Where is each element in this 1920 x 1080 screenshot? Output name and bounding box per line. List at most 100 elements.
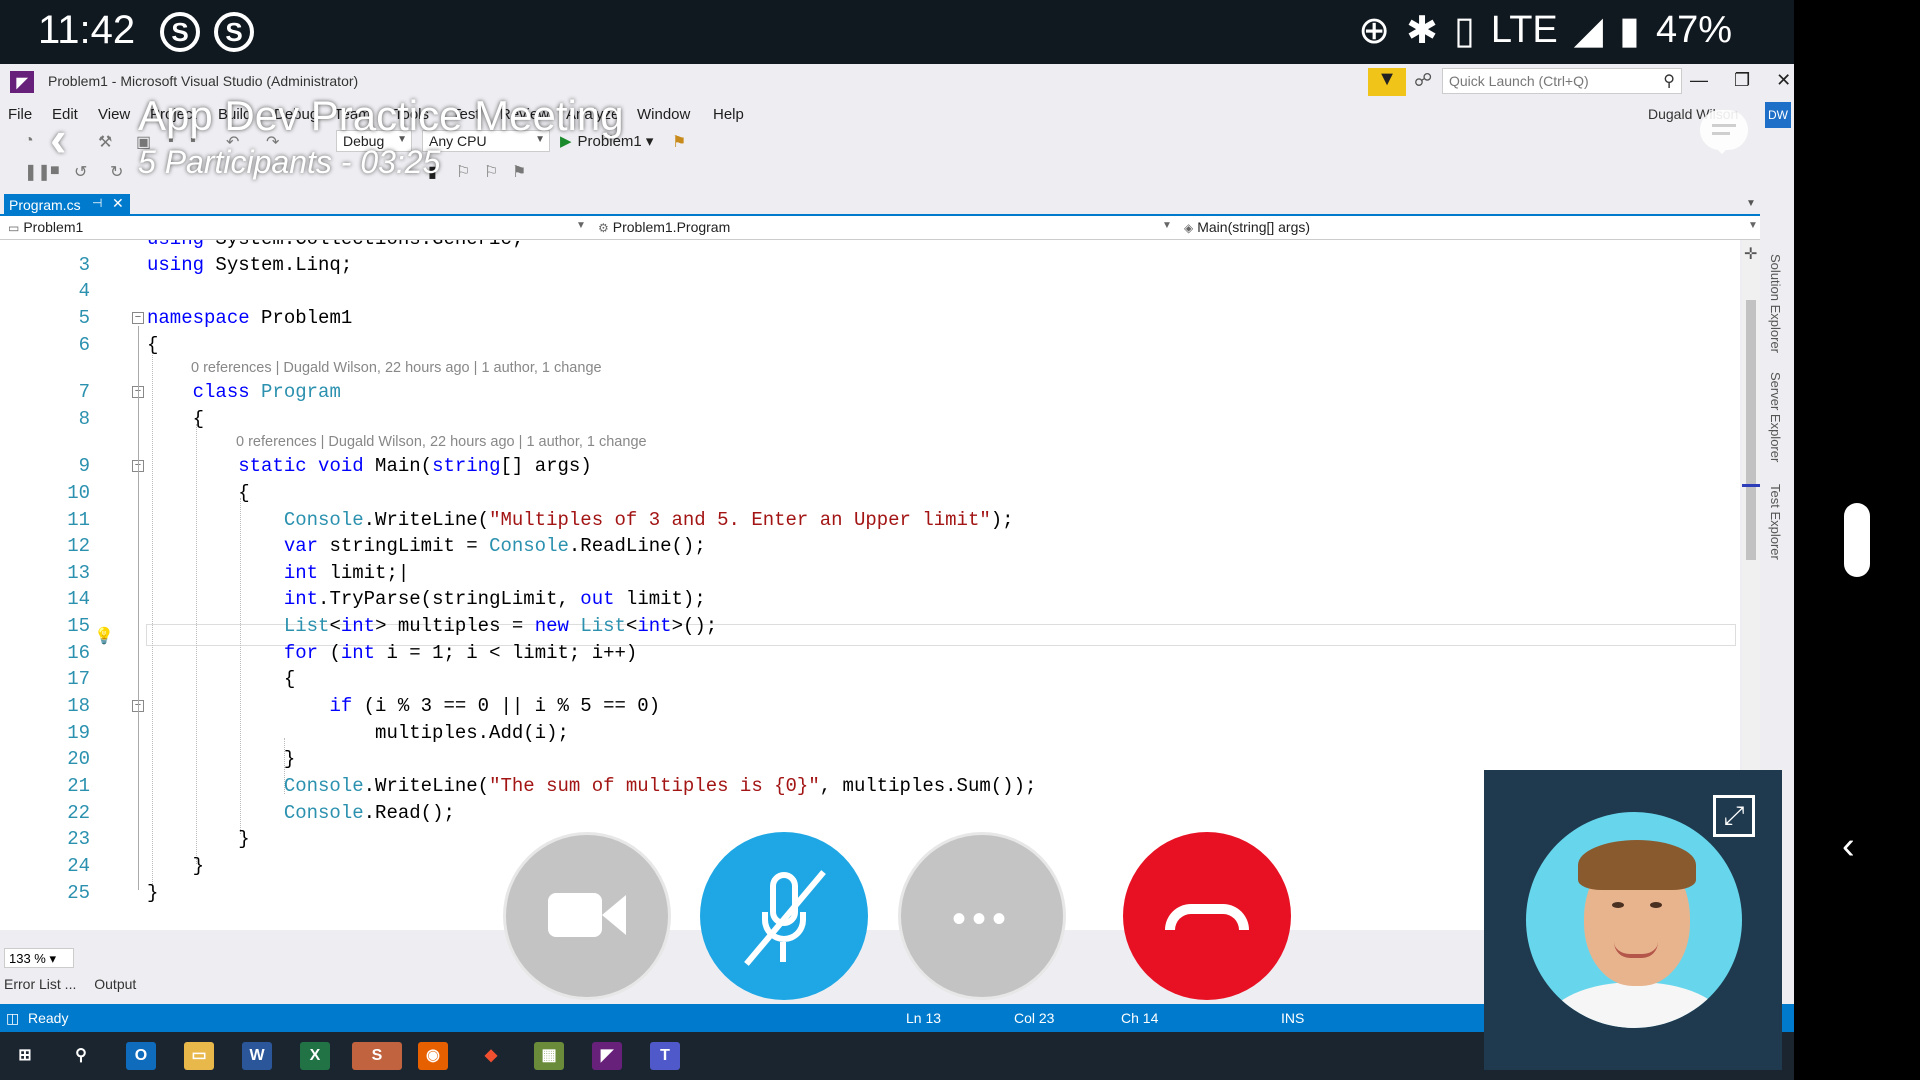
expand-icon[interactable]: ⤢ xyxy=(1713,795,1755,837)
excel-icon[interactable]: X xyxy=(300,1042,330,1070)
chevron-left-icon[interactable]: ‹ xyxy=(1842,825,1855,868)
method-icon: ◈ xyxy=(1184,221,1194,235)
video-toggle-button[interactable] xyxy=(503,832,671,1000)
menu-file[interactable]: File xyxy=(8,106,32,123)
back-arrow-icon[interactable]: ‹ xyxy=(50,110,67,168)
feedback-icon[interactable]: ☍ xyxy=(1414,70,1432,91)
sidebar-solution-explorer[interactable]: Solution Explorer xyxy=(1768,254,1783,353)
bookmark-clear-icon[interactable]: ⚑ xyxy=(512,162,526,182)
zoom-select[interactable]: 133 % ▾ xyxy=(4,948,74,968)
restore-icon[interactable]: ❐ xyxy=(1734,70,1750,91)
line-number: 6 xyxy=(78,334,90,356)
code-line: if (i % 3 == 0 || i % 5 == 0) xyxy=(329,695,661,717)
scrollbar-thumb[interactable] xyxy=(1746,300,1756,560)
sidebar-test-explorer[interactable]: Test Explorer xyxy=(1768,484,1783,560)
more-options-button[interactable]: ••• xyxy=(898,832,1066,1000)
code-line: int.TryParse(stringLimit, out limit); xyxy=(283,588,706,610)
meeting-subtitle: 5 Participants - 03:25 xyxy=(138,144,441,180)
battery-percent: 47% xyxy=(1655,9,1732,51)
ellipsis-icon: ••• xyxy=(951,897,1012,941)
pin-icon[interactable]: ⊣ xyxy=(92,196,102,210)
signal-icon: ◢ xyxy=(1573,10,1604,52)
line-number: 23 xyxy=(67,828,90,850)
fold-guide xyxy=(138,326,139,890)
line-number: 9 xyxy=(78,455,90,477)
mute-button[interactable] xyxy=(700,832,868,1000)
teams-icon[interactable]: T xyxy=(650,1042,680,1070)
phone-status-bar: 11:42 S S ⊕ ✱ ▯ LTE ◢ ▮ 47% xyxy=(0,0,1794,64)
git-icon[interactable]: ◆ xyxy=(476,1042,506,1070)
tab-error-list[interactable]: Error List ... xyxy=(4,976,76,992)
menu-view[interactable]: View xyxy=(98,106,130,123)
csharp-project-icon: ▭ xyxy=(8,221,20,235)
sidebar-server-explorer[interactable]: Server Explorer xyxy=(1768,372,1783,462)
project-dropdown[interactable]: ▭ Problem1 xyxy=(8,219,588,239)
code-line: namespace Problem1 xyxy=(147,307,353,329)
code-line: } xyxy=(147,855,205,877)
filter-icon[interactable]: ▼ xyxy=(1368,68,1406,96)
back-nav-icon[interactable]: ◔ xyxy=(24,132,34,150)
code-line: using System.Linq; xyxy=(147,254,353,276)
browser-link-icon[interactable]: ⚑ xyxy=(672,132,686,152)
line-number: 21 xyxy=(67,775,90,797)
close-icon[interactable]: ✕ xyxy=(1776,70,1791,91)
chat-icon[interactable] xyxy=(1700,110,1748,154)
code-line: } xyxy=(147,882,159,904)
codelens-main[interactable]: 0 references | Dugald Wilson, 22 hours a… xyxy=(236,434,647,450)
windows-start-icon[interactable]: ⊞ xyxy=(10,1042,40,1070)
hang-up-button[interactable] xyxy=(1123,832,1291,1000)
self-view-panel[interactable]: ⤢ xyxy=(1484,770,1782,1070)
visual-studio-icon[interactable]: ◤ xyxy=(592,1042,622,1070)
visual-studio-logo-icon: ◤ xyxy=(10,71,34,93)
minimize-icon[interactable]: — xyxy=(1690,70,1708,91)
project-icon[interactable]: ▦ xyxy=(534,1042,564,1070)
line-number: 4 xyxy=(78,280,90,302)
restart-icon[interactable]: ↺ xyxy=(74,162,87,182)
menu-help[interactable]: Help xyxy=(713,106,744,123)
menu-window[interactable]: Window xyxy=(637,106,690,123)
bluetooth-icon: ✱ xyxy=(1406,10,1438,52)
code-line: } xyxy=(147,748,296,770)
tab-output[interactable]: Output xyxy=(94,976,136,992)
file-explorer-icon[interactable]: ▭ xyxy=(184,1042,214,1070)
code-line: Console.WriteLine("The sum of multiples … xyxy=(283,775,1037,797)
bookmark-next-icon[interactable]: ⚐ xyxy=(484,162,498,182)
collapse-icon[interactable]: − xyxy=(132,312,144,324)
tab-program-cs[interactable]: Program.cs ⊣ ✕ xyxy=(4,194,130,216)
status-icon: ◫ xyxy=(6,1010,20,1026)
code-line: static void Main(string[] args) xyxy=(238,455,592,477)
drag-handle[interactable] xyxy=(1844,503,1870,577)
status-line: Ln 13 xyxy=(906,1010,942,1026)
code-line: { xyxy=(147,334,159,356)
lightbulb-icon[interactable]: 💡 xyxy=(94,626,114,646)
codelens-class[interactable]: 0 references | Dugald Wilson, 22 hours a… xyxy=(191,360,602,376)
pause-icon[interactable]: ❚❚ xyxy=(24,162,51,182)
new-project-icon[interactable]: ⚒ xyxy=(98,132,112,152)
split-icon[interactable]: ✛ xyxy=(1744,244,1757,264)
tab-overflow-icon[interactable]: ▼ xyxy=(1746,198,1756,209)
outlook-icon[interactable]: O xyxy=(126,1042,156,1070)
zoom-value: 133 % xyxy=(9,951,46,966)
code-editor[interactable]: using System.Collections.Generic; 3 4 5 … xyxy=(0,240,1740,930)
member-dropdown[interactable]: ◈ Main(string[] args) xyxy=(1184,219,1754,239)
chevron-down-icon: ▼ xyxy=(1162,220,1172,231)
code-line: int limit;| xyxy=(283,562,410,584)
line-number: 16 xyxy=(67,642,90,664)
avatar[interactable]: DW xyxy=(1765,102,1791,128)
class-dropdown[interactable]: ⚙ Problem1.Program xyxy=(598,219,1168,239)
firefox-icon[interactable]: ◉ xyxy=(418,1042,448,1070)
quick-launch-input[interactable]: Quick Launch (Ctrl+Q) ⚲ xyxy=(1442,68,1682,94)
close-tab-icon[interactable]: ✕ xyxy=(112,195,124,212)
search-icon: ⚲ xyxy=(1663,73,1675,90)
network-type: LTE xyxy=(1490,9,1558,51)
member-value: Main(string[] args) xyxy=(1197,219,1311,235)
navigation-bar: ▭ Problem1 ▼ ⚙ Problem1.Program ▼ ◈ Main(st… xyxy=(0,216,1760,240)
refresh-icon[interactable]: ↻ xyxy=(110,162,123,182)
line-number: 19 xyxy=(67,722,90,744)
line-number: 20 xyxy=(67,748,90,770)
skype-icon[interactable]: S xyxy=(352,1042,402,1070)
search-icon[interactable]: ⚲ xyxy=(66,1042,96,1070)
skype-notification-icon: S xyxy=(160,12,200,52)
bookmark-prev-icon[interactable]: ⚐ xyxy=(456,162,470,182)
word-icon[interactable]: W xyxy=(242,1042,272,1070)
